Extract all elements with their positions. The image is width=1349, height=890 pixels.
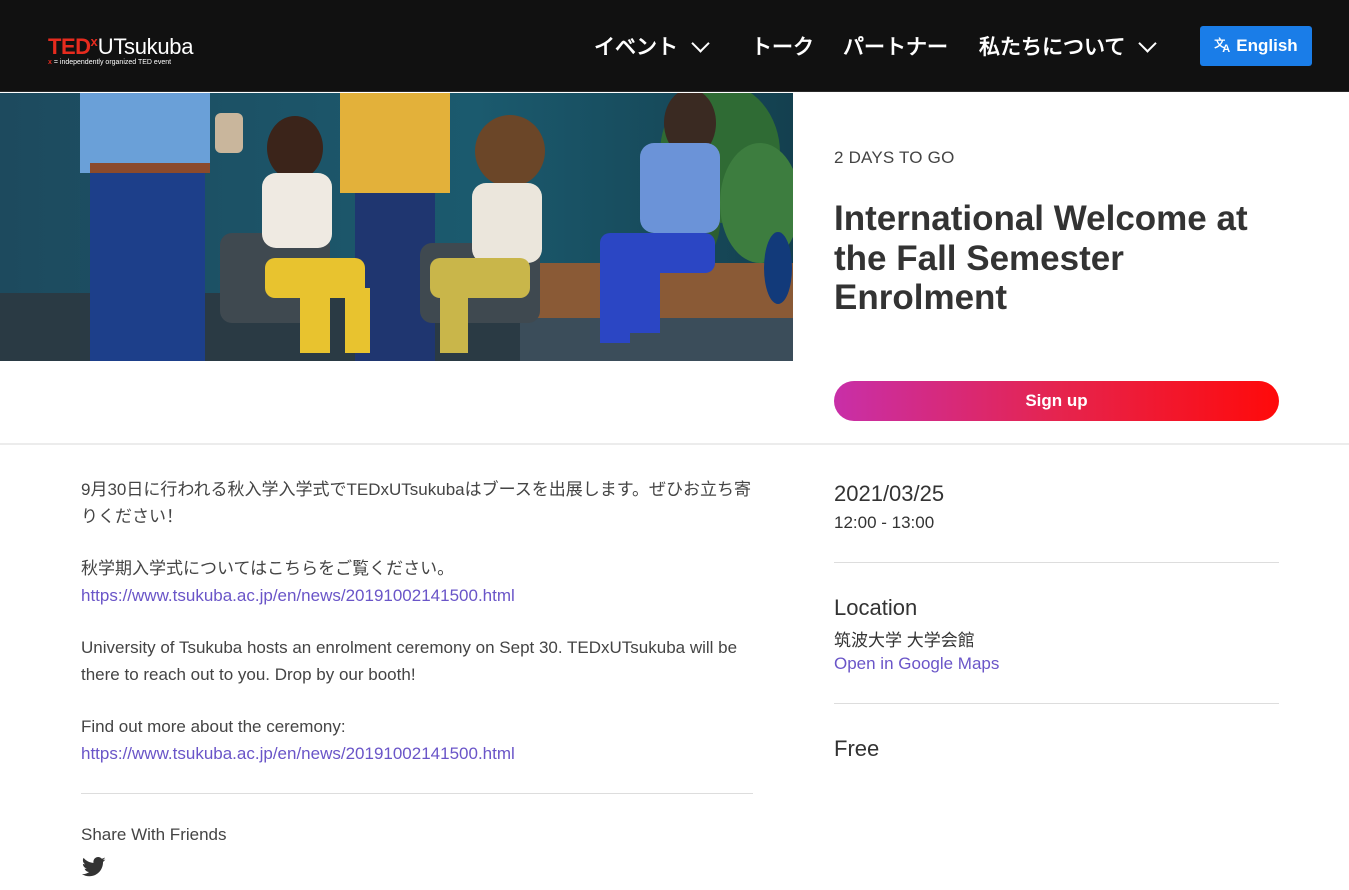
hero-photo-illustration bbox=[0, 93, 793, 361]
nav-partners-label: パートナー bbox=[843, 36, 948, 59]
divider bbox=[81, 793, 753, 794]
tedx-logo[interactable]: TEDxUTsukuba x = independently organized… bbox=[48, 30, 193, 66]
description-text: Find out more about the ceremony: bbox=[81, 717, 346, 736]
nav-about-label: 私たちについて bbox=[979, 36, 1126, 59]
share-label: Share With Friends bbox=[81, 825, 227, 844]
nav-partners[interactable]: パートナー bbox=[843, 30, 948, 62]
description-paragraph: Find out more about the ceremony: https:… bbox=[81, 714, 753, 767]
nav-events[interactable]: イベント bbox=[594, 30, 710, 62]
ceremony-link[interactable]: https://www.tsukuba.ac.jp/en/news/201910… bbox=[81, 586, 515, 605]
divider bbox=[834, 562, 1279, 563]
location-heading: Location bbox=[834, 595, 918, 620]
event-description: 9月30日に行われる秋入学入学式でTEDxUTsukubaはブースを出展します。… bbox=[81, 477, 753, 793]
site-header: TEDxUTsukuba x = independently organized… bbox=[0, 0, 1349, 92]
section-divider bbox=[0, 443, 1349, 445]
language-button-label: English bbox=[1236, 36, 1298, 55]
nav-events-label: イベント bbox=[594, 36, 678, 59]
event-hero-image bbox=[0, 93, 793, 361]
nav-talks-label: トーク bbox=[751, 36, 814, 59]
chevron-down-icon bbox=[1138, 33, 1158, 53]
event-price: Free bbox=[834, 736, 880, 761]
location-name: 筑波大学 大学会館 bbox=[834, 631, 975, 650]
event-date: 2021/03/25 bbox=[834, 481, 945, 506]
logo-tagline-text: = independently organized TED event bbox=[51, 59, 172, 66]
logo-ted: TED bbox=[48, 34, 91, 59]
event-time: 12:00 - 13:00 bbox=[834, 513, 935, 532]
language-button[interactable]: 文A English bbox=[1200, 26, 1312, 66]
event-countdown: 2 DAYS TO GO bbox=[834, 148, 955, 167]
event-title: International Welcome at the Fall Semest… bbox=[834, 199, 1248, 317]
chevron-down-icon bbox=[691, 33, 710, 53]
logo-name: UTsukuba bbox=[97, 34, 194, 59]
description-paragraph: University of Tsukuba hosts an enrolment… bbox=[81, 638, 738, 684]
divider bbox=[834, 703, 1279, 704]
description-paragraph: 9月30日に行われる秋入学入学式でTEDxUTsukubaはブースを出展します。… bbox=[81, 480, 752, 526]
description-paragraph: 秋学期入学式についてはこちらをご覧ください。 https://www.tsukub… bbox=[81, 556, 753, 609]
logo-wordmark: TEDxUTsukuba bbox=[48, 30, 193, 59]
sign-up-button[interactable]: Sign up bbox=[834, 381, 1279, 421]
logo-x: x bbox=[90, 34, 98, 49]
logo-tagline: x = independently organized TED event bbox=[48, 59, 193, 66]
google-maps-link[interactable]: Open in Google Maps bbox=[834, 654, 999, 674]
description-text: 秋学期入学式についてはこちらをご覧ください。 bbox=[81, 559, 455, 578]
ceremony-link[interactable]: https://www.tsukuba.ac.jp/en/news/201910… bbox=[81, 744, 515, 763]
translate-icon: 文A bbox=[1214, 38, 1231, 55]
nav-talks[interactable]: トーク bbox=[751, 30, 814, 62]
sign-up-label: Sign up bbox=[1025, 391, 1088, 410]
nav-about[interactable]: 私たちについて bbox=[979, 30, 1158, 62]
twitter-icon[interactable] bbox=[82, 857, 106, 877]
